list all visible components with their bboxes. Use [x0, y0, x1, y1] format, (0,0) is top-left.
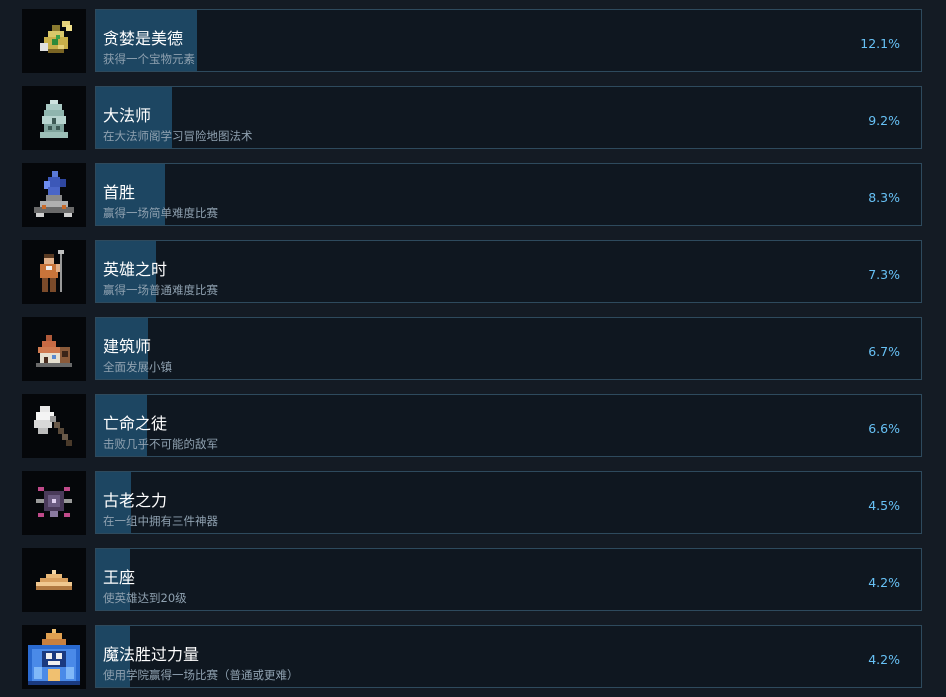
achievement-title: 首胜: [103, 183, 136, 202]
achievement-row: 贪婪是美德 获得一个宝物元素 12.1%: [0, 8, 946, 74]
achievement-row: 英雄之时 赢得一场普通难度比赛 7.3%: [0, 239, 946, 305]
mage-tower-icon: [22, 86, 86, 150]
unlock-percentage: 4.5%: [868, 498, 900, 513]
achievement-description: 使用学院赢得一场比赛（普通或更难）: [103, 668, 299, 682]
achievement-panel: 英雄之时 赢得一场普通难度比赛 7.3%: [95, 240, 922, 303]
achievement-panel: 魔法胜过力量 使用学院赢得一场比赛（普通或更难） 4.2%: [95, 625, 922, 688]
achievement-row: 亡命之徒 击败几乎不可能的敌军 6.6%: [0, 393, 946, 459]
crystal-altar-icon: [22, 163, 86, 227]
achievement-row: 建筑师 全面发展小镇 6.7%: [0, 316, 946, 382]
unlock-percentage: 6.7%: [868, 344, 900, 359]
unlock-percentage: 4.2%: [868, 575, 900, 590]
achievement-panel: 首胜 赢得一场简单难度比赛 8.3%: [95, 163, 922, 226]
treasure-pouch-icon: [22, 9, 86, 73]
unlock-percentage: 9.2%: [868, 113, 900, 128]
crown-throne-icon: [22, 548, 86, 612]
unlock-percentage: 8.3%: [868, 190, 900, 205]
achievement-row: 王座 使英雄达到20级 4.2%: [0, 547, 946, 613]
achievement-description: 击败几乎不可能的敌军: [103, 437, 218, 451]
unlock-percentage: 6.6%: [868, 421, 900, 436]
achievement-row: 大法师 在大法师阁学习冒险地图法术 9.2%: [0, 85, 946, 151]
unlock-percentage: 12.1%: [860, 36, 900, 51]
achievement-title: 建筑师: [103, 337, 152, 356]
achievement-title: 亡命之徒: [103, 414, 168, 433]
achievement-description: 赢得一场普通难度比赛: [103, 283, 218, 297]
achievement-row: 首胜 赢得一场简单难度比赛 8.3%: [0, 162, 946, 228]
achievement-panel: 王座 使英雄达到20级 4.2%: [95, 548, 922, 611]
unlock-percentage: 4.2%: [868, 652, 900, 667]
achievement-title: 王座: [103, 568, 136, 587]
achievement-description: 获得一个宝物元素: [103, 52, 195, 66]
achievement-description: 全面发展小镇: [103, 360, 172, 374]
achievement-panel: 古老之力 在一组中拥有三件神器 4.5%: [95, 471, 922, 534]
achievement-panel: 贪婪是美德 获得一个宝物元素 12.1%: [95, 9, 922, 72]
achievement-description: 在大法师阁学习冒险地图法术: [103, 129, 253, 143]
unlock-percentage: 7.3%: [868, 267, 900, 282]
achievement-title: 英雄之时: [103, 260, 168, 279]
achievement-panel: 建筑师 全面发展小镇 6.7%: [95, 317, 922, 380]
academy-dome-icon: [22, 625, 86, 689]
hero-with-staff-icon: [22, 240, 86, 304]
achievement-title: 贪婪是美德: [103, 29, 184, 48]
achievement-panel: 亡命之徒 击败几乎不可能的敌军 6.6%: [95, 394, 922, 457]
achievement-row: 魔法胜过力量 使用学院赢得一场比赛（普通或更难） 4.2%: [0, 624, 946, 690]
achievement-title: 大法师: [103, 106, 152, 125]
achievement-title: 古老之力: [103, 491, 168, 510]
ancient-artifact-icon: [22, 471, 86, 535]
achievement-title: 魔法胜过力量: [103, 645, 200, 664]
achievement-description: 使英雄达到20级: [103, 591, 187, 605]
achievement-description: 在一组中拥有三件神器: [103, 514, 218, 528]
achievement-description: 赢得一场简单难度比赛: [103, 206, 218, 220]
achievement-panel: 大法师 在大法师阁学习冒险地图法术 9.2%: [95, 86, 922, 149]
battle-axe-icon: [22, 394, 86, 458]
town-house-icon: [22, 317, 86, 381]
achievement-row: 古老之力 在一组中拥有三件神器 4.5%: [0, 470, 946, 536]
